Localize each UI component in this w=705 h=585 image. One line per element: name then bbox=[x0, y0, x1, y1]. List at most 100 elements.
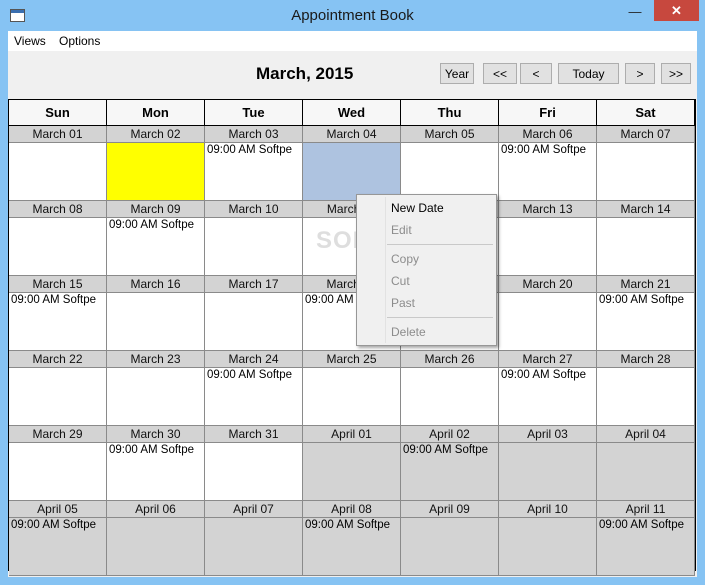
context-copy[interactable]: Copy bbox=[391, 252, 419, 266]
calendar-day-cell[interactable]: March 31 bbox=[205, 426, 303, 501]
calendar-day-cell[interactable]: March 26 bbox=[401, 351, 499, 426]
day-body[interactable]: 09:00 AM Softpe bbox=[205, 368, 302, 425]
appointment-entry[interactable]: 09:00 AM Softpe bbox=[205, 368, 302, 382]
calendar-day-cell[interactable]: March 05 bbox=[401, 126, 499, 201]
calendar-day-cell[interactable]: March 25 bbox=[303, 351, 401, 426]
calendar-day-cell[interactable]: March 14 bbox=[597, 201, 695, 276]
context-cut[interactable]: Cut bbox=[391, 274, 410, 288]
next-month-button[interactable]: > bbox=[625, 63, 655, 84]
calendar-day-cell[interactable]: April 02 09:00 AM Softpe bbox=[401, 426, 499, 501]
appointment-entry[interactable]: 09:00 AM Softpe bbox=[401, 443, 498, 457]
day-body[interactable]: 09:00 AM Softpe bbox=[107, 218, 204, 275]
day-body[interactable] bbox=[401, 143, 498, 200]
calendar-day-cell[interactable]: March 16 bbox=[107, 276, 205, 351]
day-body[interactable] bbox=[597, 218, 694, 275]
year-button[interactable]: Year bbox=[440, 63, 474, 84]
day-body[interactable] bbox=[303, 443, 400, 500]
calendar-day-cell[interactable]: March 28 bbox=[597, 351, 695, 426]
day-body[interactable]: 09:00 AM Softpe bbox=[107, 443, 204, 500]
minimize-button[interactable]: — bbox=[623, 1, 647, 22]
day-body[interactable]: 09:00 AM Softpe bbox=[9, 293, 106, 350]
day-body[interactable] bbox=[205, 443, 302, 500]
day-body[interactable] bbox=[401, 368, 498, 425]
day-body[interactable] bbox=[107, 518, 204, 575]
day-body[interactable] bbox=[499, 293, 596, 350]
day-body[interactable] bbox=[499, 443, 596, 500]
context-new-date[interactable]: New Date bbox=[391, 201, 444, 215]
calendar-day-cell[interactable]: April 08 09:00 AM Softpe bbox=[303, 501, 401, 576]
day-body[interactable] bbox=[9, 368, 106, 425]
day-body[interactable] bbox=[303, 143, 400, 200]
prev-year-button[interactable]: << bbox=[483, 63, 517, 84]
calendar-day-cell[interactable]: March 20 bbox=[499, 276, 597, 351]
calendar-day-cell[interactable]: March 24 09:00 AM Softpe bbox=[205, 351, 303, 426]
day-body[interactable] bbox=[205, 518, 302, 575]
day-body[interactable] bbox=[9, 218, 106, 275]
calendar-day-cell[interactable]: March 30 09:00 AM Softpe bbox=[107, 426, 205, 501]
day-body[interactable] bbox=[401, 518, 498, 575]
appointment-entry[interactable]: 09:00 AM Softpe bbox=[499, 143, 596, 157]
appointment-entry[interactable]: 09:00 AM Softpe bbox=[9, 518, 106, 532]
day-body[interactable] bbox=[9, 443, 106, 500]
day-body[interactable] bbox=[107, 293, 204, 350]
menu-views[interactable]: Views bbox=[14, 34, 46, 48]
calendar-day-cell[interactable]: April 06 bbox=[107, 501, 205, 576]
prev-month-button[interactable]: < bbox=[520, 63, 552, 84]
appointment-entry[interactable]: 09:00 AM Softpe bbox=[205, 143, 302, 157]
calendar-day-cell[interactable]: March 21 09:00 AM Softpe bbox=[597, 276, 695, 351]
appointment-entry[interactable]: 09:00 AM Softpe bbox=[9, 293, 106, 307]
day-body[interactable] bbox=[597, 443, 694, 500]
appointment-entry[interactable]: 09:00 AM Softpe bbox=[499, 368, 596, 382]
day-body[interactable] bbox=[303, 368, 400, 425]
calendar-day-cell[interactable]: March 17 bbox=[205, 276, 303, 351]
context-paste[interactable]: Past bbox=[391, 296, 415, 310]
calendar-day-cell[interactable]: April 07 bbox=[205, 501, 303, 576]
calendar-day-cell[interactable]: March 04 bbox=[303, 126, 401, 201]
menu-options[interactable]: Options bbox=[59, 34, 100, 48]
appointment-entry[interactable]: 09:00 AM Softpe bbox=[107, 218, 204, 232]
appointment-entry[interactable]: 09:00 AM Softpe bbox=[597, 293, 694, 307]
today-button[interactable]: Today bbox=[558, 63, 619, 84]
day-body[interactable] bbox=[597, 143, 694, 200]
calendar-day-cell[interactable]: April 10 bbox=[499, 501, 597, 576]
context-edit[interactable]: Edit bbox=[391, 223, 412, 237]
day-body[interactable]: 09:00 AM Softpe bbox=[597, 518, 694, 575]
calendar-day-cell[interactable]: March 07 bbox=[597, 126, 695, 201]
calendar-day-cell[interactable]: April 11 09:00 AM Softpe bbox=[597, 501, 695, 576]
next-year-button[interactable]: >> bbox=[661, 63, 691, 84]
day-body[interactable]: 09:00 AM Softpe bbox=[303, 518, 400, 575]
appointment-entry[interactable]: 09:00 AM Softpe bbox=[303, 518, 400, 532]
calendar-day-cell[interactable]: March 29 bbox=[9, 426, 107, 501]
calendar-day-cell[interactable]: March 08 bbox=[9, 201, 107, 276]
calendar-day-cell[interactable]: March 06 09:00 AM Softpe bbox=[499, 126, 597, 201]
day-body[interactable]: 09:00 AM Softpe bbox=[597, 293, 694, 350]
day-body[interactable] bbox=[499, 518, 596, 575]
calendar-day-cell[interactable]: April 09 bbox=[401, 501, 499, 576]
calendar-day-cell[interactable]: April 04 bbox=[597, 426, 695, 501]
calendar-day-cell[interactable]: March 15 09:00 AM Softpe bbox=[9, 276, 107, 351]
calendar-day-cell[interactable]: April 01 bbox=[303, 426, 401, 501]
appointment-entry[interactable]: 09:00 AM Softpe bbox=[597, 518, 694, 532]
context-delete[interactable]: Delete bbox=[391, 325, 426, 339]
day-body[interactable]: 09:00 AM Softpe bbox=[499, 143, 596, 200]
calendar-day-cell[interactable]: March 13 bbox=[499, 201, 597, 276]
day-body[interactable]: 09:00 AM Softpe bbox=[499, 368, 596, 425]
calendar-day-cell[interactable]: March 10 bbox=[205, 201, 303, 276]
calendar-day-cell[interactable]: March 23 bbox=[107, 351, 205, 426]
day-body[interactable]: 09:00 AM Softpe bbox=[401, 443, 498, 500]
calendar-day-cell[interactable]: April 03 bbox=[499, 426, 597, 501]
calendar-day-cell[interactable]: March 01 bbox=[9, 126, 107, 201]
calendar-day-cell[interactable]: March 03 09:00 AM Softpe bbox=[205, 126, 303, 201]
day-body[interactable] bbox=[9, 143, 106, 200]
day-body[interactable]: 09:00 AM Softpe bbox=[9, 518, 106, 575]
day-body[interactable] bbox=[499, 218, 596, 275]
calendar-day-cell[interactable]: April 05 09:00 AM Softpe bbox=[9, 501, 107, 576]
calendar-day-cell[interactable]: March 22 bbox=[9, 351, 107, 426]
day-body[interactable] bbox=[107, 368, 204, 425]
close-button[interactable]: ✕ bbox=[654, 0, 699, 21]
day-body[interactable]: 09:00 AM Softpe bbox=[205, 143, 302, 200]
calendar-day-cell[interactable]: March 09 09:00 AM Softpe bbox=[107, 201, 205, 276]
appointment-entry[interactable]: 09:00 AM Softpe bbox=[107, 443, 204, 457]
day-body[interactable] bbox=[205, 218, 302, 275]
day-body[interactable] bbox=[107, 143, 204, 200]
